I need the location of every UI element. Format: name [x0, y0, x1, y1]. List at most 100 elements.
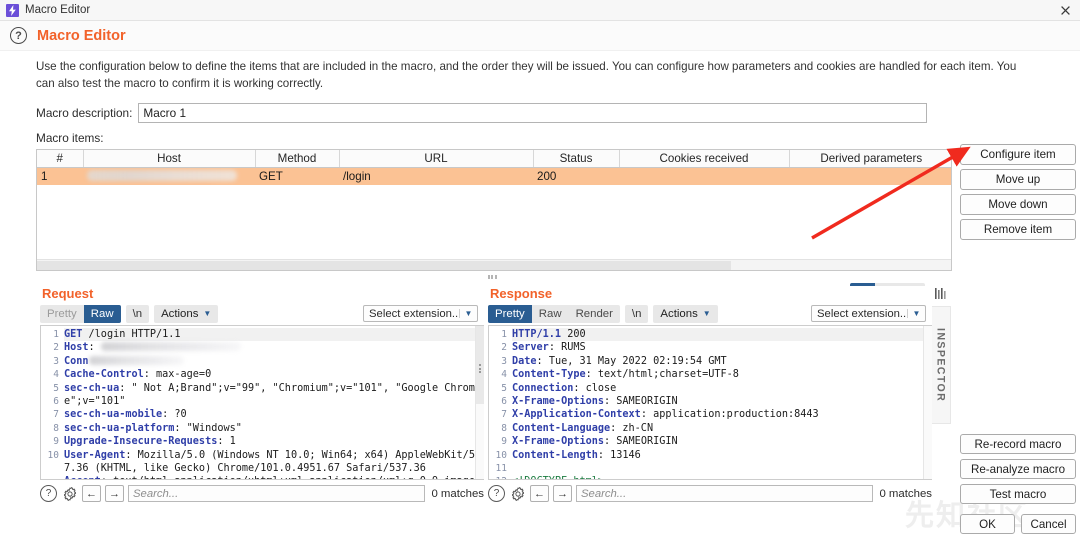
- question-mark-icon[interactable]: ?: [10, 27, 27, 44]
- response-search-row: ? ← → 0 matches: [488, 484, 932, 503]
- close-icon[interactable]: [1057, 2, 1074, 19]
- macro-description-label: Macro description:: [36, 106, 132, 120]
- column-header-method[interactable]: Method: [255, 150, 339, 168]
- table-header-row: # Host Method URL Status Cookies receive…: [37, 150, 952, 168]
- redacted-value-overlay: [89, 356, 184, 365]
- burp-lightning-icon: [6, 4, 19, 17]
- code-line: Connection: close: [512, 382, 930, 395]
- cell-index: 1: [37, 168, 83, 185]
- question-mark-icon[interactable]: ?: [488, 485, 505, 502]
- request-actions-menu[interactable]: Actions ▼: [154, 305, 218, 323]
- code-line: Cache-Control: max-age=0: [64, 368, 482, 381]
- code-line: sec-ch-ua-mobile: ?0: [64, 408, 482, 421]
- code-line: Upgrade-Insecure-Requests: 1: [64, 435, 482, 448]
- response-vertical-scrollbar[interactable]: [923, 326, 932, 479]
- macro-description-row: Macro description:: [0, 97, 1080, 123]
- chevron-down-icon: ▼: [459, 309, 477, 318]
- test-macro-button[interactable]: Test macro: [960, 484, 1076, 504]
- code-line: Accept: text/html,application/xhtml+xml,…: [64, 475, 482, 479]
- cell-status: 200: [533, 168, 619, 185]
- request-search-input[interactable]: [128, 485, 425, 502]
- request-search-row: ? ← → 0 matches: [40, 484, 484, 503]
- response-toolbar: Pretty Raw Render \n Actions ▼ Select ex…: [484, 304, 932, 323]
- inspector-panel[interactable]: INSPECTOR: [930, 306, 951, 424]
- code-line: User-Agent: Mozilla/5.0 (Windows NT 10.0…: [64, 449, 482, 476]
- request-panel: Request Pretty Raw \n Actions ▼ Select e…: [36, 286, 484, 516]
- response-extension-label: Select extension...: [812, 308, 907, 320]
- code-line: Content-Type: text/html;charset=UTF-8: [512, 368, 930, 381]
- code-line: GET /login HTTP/1.1: [64, 328, 482, 341]
- chevron-down-icon: ▼: [907, 309, 925, 318]
- scrollbar-thumb[interactable]: [37, 261, 731, 270]
- arrow-left-icon[interactable]: ←: [82, 485, 101, 502]
- code-line: Conn: [64, 355, 482, 368]
- column-header-status[interactable]: Status: [533, 150, 619, 168]
- response-code-area[interactable]: 123456 789101112 HTTP/1.1 200 Server: RU…: [488, 325, 932, 480]
- question-mark-icon[interactable]: ?: [40, 485, 57, 502]
- arrow-right-icon[interactable]: →: [553, 485, 572, 502]
- chevron-down-icon: ▼: [203, 307, 211, 321]
- re-record-macro-button[interactable]: Re-record macro: [960, 434, 1076, 454]
- response-extension-select[interactable]: Select extension... ▼: [811, 305, 926, 322]
- arrow-left-icon[interactable]: ←: [530, 485, 549, 502]
- dialog-button-row: OK Cancel: [960, 514, 1076, 534]
- cell-cookies-received: [619, 168, 789, 185]
- code-line: Server: RUMS: [512, 341, 930, 354]
- panel-splitter-handle[interactable]: [480, 274, 504, 280]
- code-line: X-Application-Context: application:produ…: [512, 408, 930, 421]
- dialog-description: Use the configuration below to define th…: [0, 51, 1046, 97]
- response-newline-toggle[interactable]: \n: [625, 305, 649, 323]
- request-code-area[interactable]: 123456 78910 GET /login HTTP/1.1 Host: C…: [40, 325, 484, 480]
- code-line: sec-ch-ua-platform: "Windows": [64, 422, 482, 435]
- column-header-cookies-received[interactable]: Cookies received: [619, 150, 789, 168]
- macro-description-input[interactable]: [138, 103, 927, 123]
- code-line: Content-Length: 13146: [512, 449, 930, 462]
- request-newline-toggle[interactable]: \n: [126, 305, 150, 323]
- move-up-button[interactable]: Move up: [960, 169, 1076, 190]
- tab-response-render[interactable]: Render: [569, 305, 620, 323]
- tab-request-pretty[interactable]: Pretty: [40, 305, 84, 323]
- table-horizontal-scrollbar[interactable]: [37, 259, 951, 270]
- request-extension-select[interactable]: Select extension... ▼: [363, 305, 478, 322]
- tab-response-pretty[interactable]: Pretty: [488, 305, 532, 323]
- response-search-input[interactable]: [576, 485, 873, 502]
- response-line-numbers: 123456 789101112: [489, 326, 510, 479]
- column-header-index[interactable]: #: [37, 150, 83, 168]
- macro-items-table-container[interactable]: # Host Method URL Status Cookies receive…: [36, 149, 952, 271]
- redacted-host-overlay: [101, 342, 241, 351]
- re-analyze-macro-button[interactable]: Re-analyze macro: [960, 459, 1076, 479]
- remove-item-button[interactable]: Remove item: [960, 219, 1076, 240]
- tab-response-raw[interactable]: Raw: [532, 305, 569, 323]
- column-header-derived-parameters[interactable]: Derived parameters: [789, 150, 952, 168]
- table-row[interactable]: 1 GET /login 200: [37, 168, 952, 185]
- response-actions-menu[interactable]: Actions ▼: [653, 305, 717, 323]
- cancel-button[interactable]: Cancel: [1021, 514, 1076, 534]
- response-panel: Response Pretty Raw Render \n Actions ▼ …: [484, 286, 932, 516]
- code-line: <!DOCTYPE html>: [512, 475, 930, 479]
- gear-icon[interactable]: [61, 485, 78, 502]
- window-titlebar: Macro Editor: [0, 0, 1080, 21]
- inspector-bars-icon[interactable]: [932, 284, 949, 302]
- column-header-url[interactable]: URL: [339, 150, 533, 168]
- ok-button[interactable]: OK: [960, 514, 1015, 534]
- request-vertical-scrollbar[interactable]: [475, 326, 484, 479]
- request-actions-label: Actions: [161, 307, 198, 321]
- code-line: HTTP/1.1 200: [512, 328, 930, 341]
- dialog-header: ? Macro Editor: [0, 21, 1080, 51]
- configure-item-button[interactable]: Configure item: [960, 144, 1076, 165]
- message-editor-panels: Request Pretty Raw \n Actions ▼ Select e…: [36, 286, 932, 516]
- column-header-host[interactable]: Host: [83, 150, 255, 168]
- code-line: Host:: [64, 341, 482, 354]
- request-code-body[interactable]: GET /login HTTP/1.1 Host: Conn Cache-Con…: [62, 326, 484, 479]
- arrow-right-icon[interactable]: →: [105, 485, 124, 502]
- code-line: Content-Language: zh-CN: [512, 422, 930, 435]
- gear-icon[interactable]: [509, 485, 526, 502]
- response-code-body[interactable]: HTTP/1.1 200 Server: RUMS Date: Tue, 31 …: [510, 326, 932, 479]
- tab-request-raw[interactable]: Raw: [84, 305, 121, 323]
- macro-items-label: Macro items:: [0, 123, 1080, 149]
- cell-url: /login: [339, 168, 533, 185]
- code-line: [512, 462, 930, 475]
- request-toolbar: Pretty Raw \n Actions ▼ Select extension…: [36, 304, 484, 323]
- move-down-button[interactable]: Move down: [960, 194, 1076, 215]
- request-panel-title: Request: [36, 286, 484, 304]
